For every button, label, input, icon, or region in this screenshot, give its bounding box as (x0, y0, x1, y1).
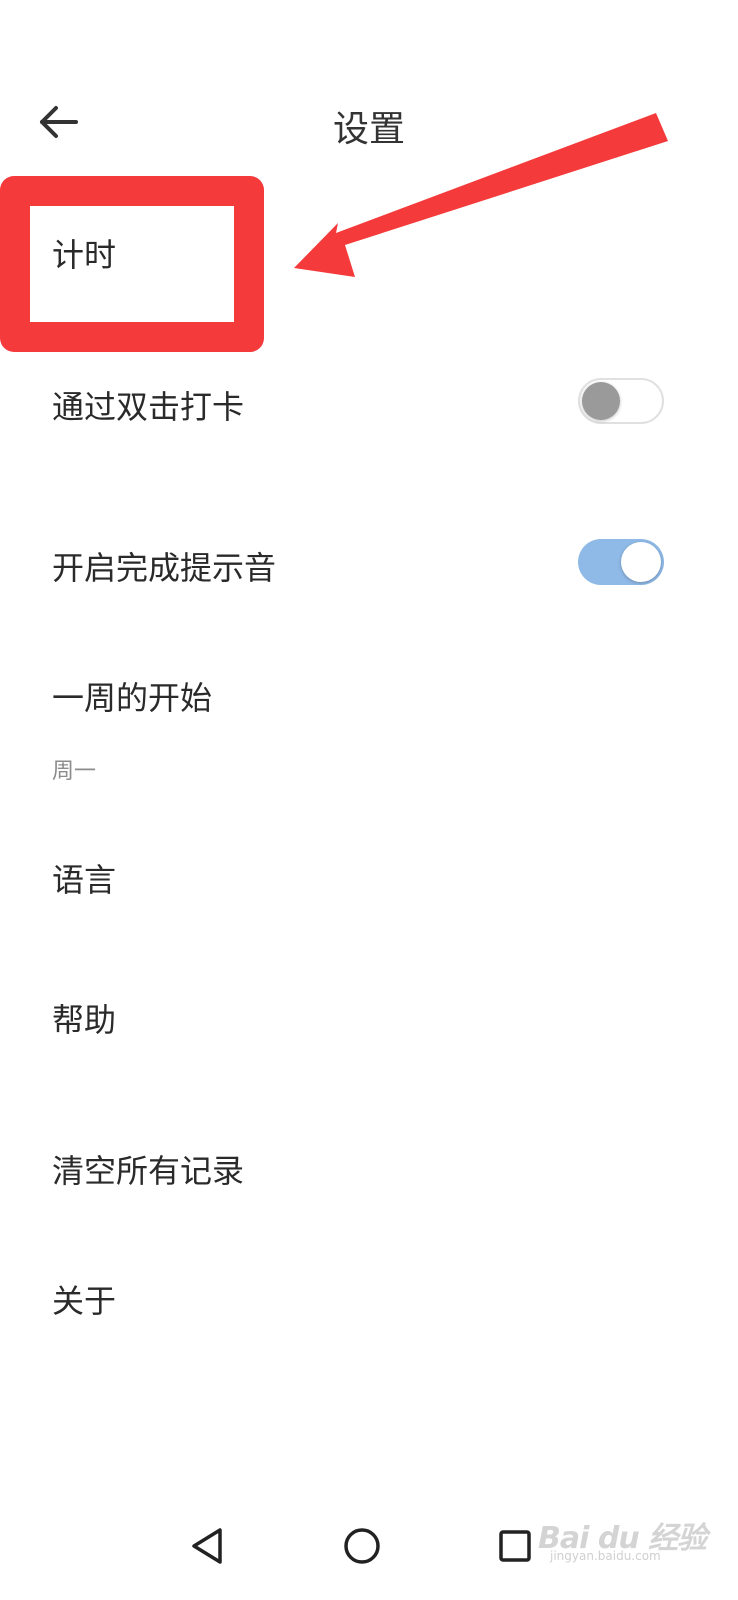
setting-item-week-start[interactable]: 一周的开始 周一 (52, 673, 738, 785)
app-header: 设置 (0, 70, 738, 180)
setting-label-language: 语言 (52, 861, 117, 899)
toggle-knob (582, 382, 620, 420)
circle-home-icon (344, 1528, 380, 1564)
setting-label-clear-records: 清空所有记录 (52, 1152, 245, 1190)
setting-item-language[interactable]: 语言 (52, 855, 738, 901)
setting-label-week-start: 一周的开始 (52, 679, 213, 717)
baidu-watermark: Bai du 经验 jingyan.baidu.com (538, 1505, 708, 1570)
setting-item-clear-records[interactable]: 清空所有记录 (52, 1146, 738, 1192)
completion-sound-toggle[interactable] (578, 539, 664, 585)
page-title: 设置 (332, 109, 405, 150)
setting-item-about[interactable]: 关于 (52, 1276, 738, 1322)
setting-item-help[interactable]: 帮助 (52, 995, 738, 1041)
double-tap-toggle[interactable] (578, 378, 664, 424)
watermark-url: jingyan.baidu.com (550, 1549, 661, 1563)
setting-item-timing[interactable]: 计时 (52, 230, 738, 276)
toggle-knob (621, 542, 661, 582)
setting-label-about: 关于 (52, 1282, 117, 1320)
setting-label-timing: 计时 (52, 236, 117, 274)
triangle-back-icon (192, 1528, 222, 1564)
setting-value-week-start: 周一 (52, 759, 97, 784)
setting-label-help: 帮助 (52, 1001, 117, 1039)
nav-home-button[interactable] (327, 1510, 397, 1580)
nav-back-button[interactable] (172, 1510, 242, 1580)
